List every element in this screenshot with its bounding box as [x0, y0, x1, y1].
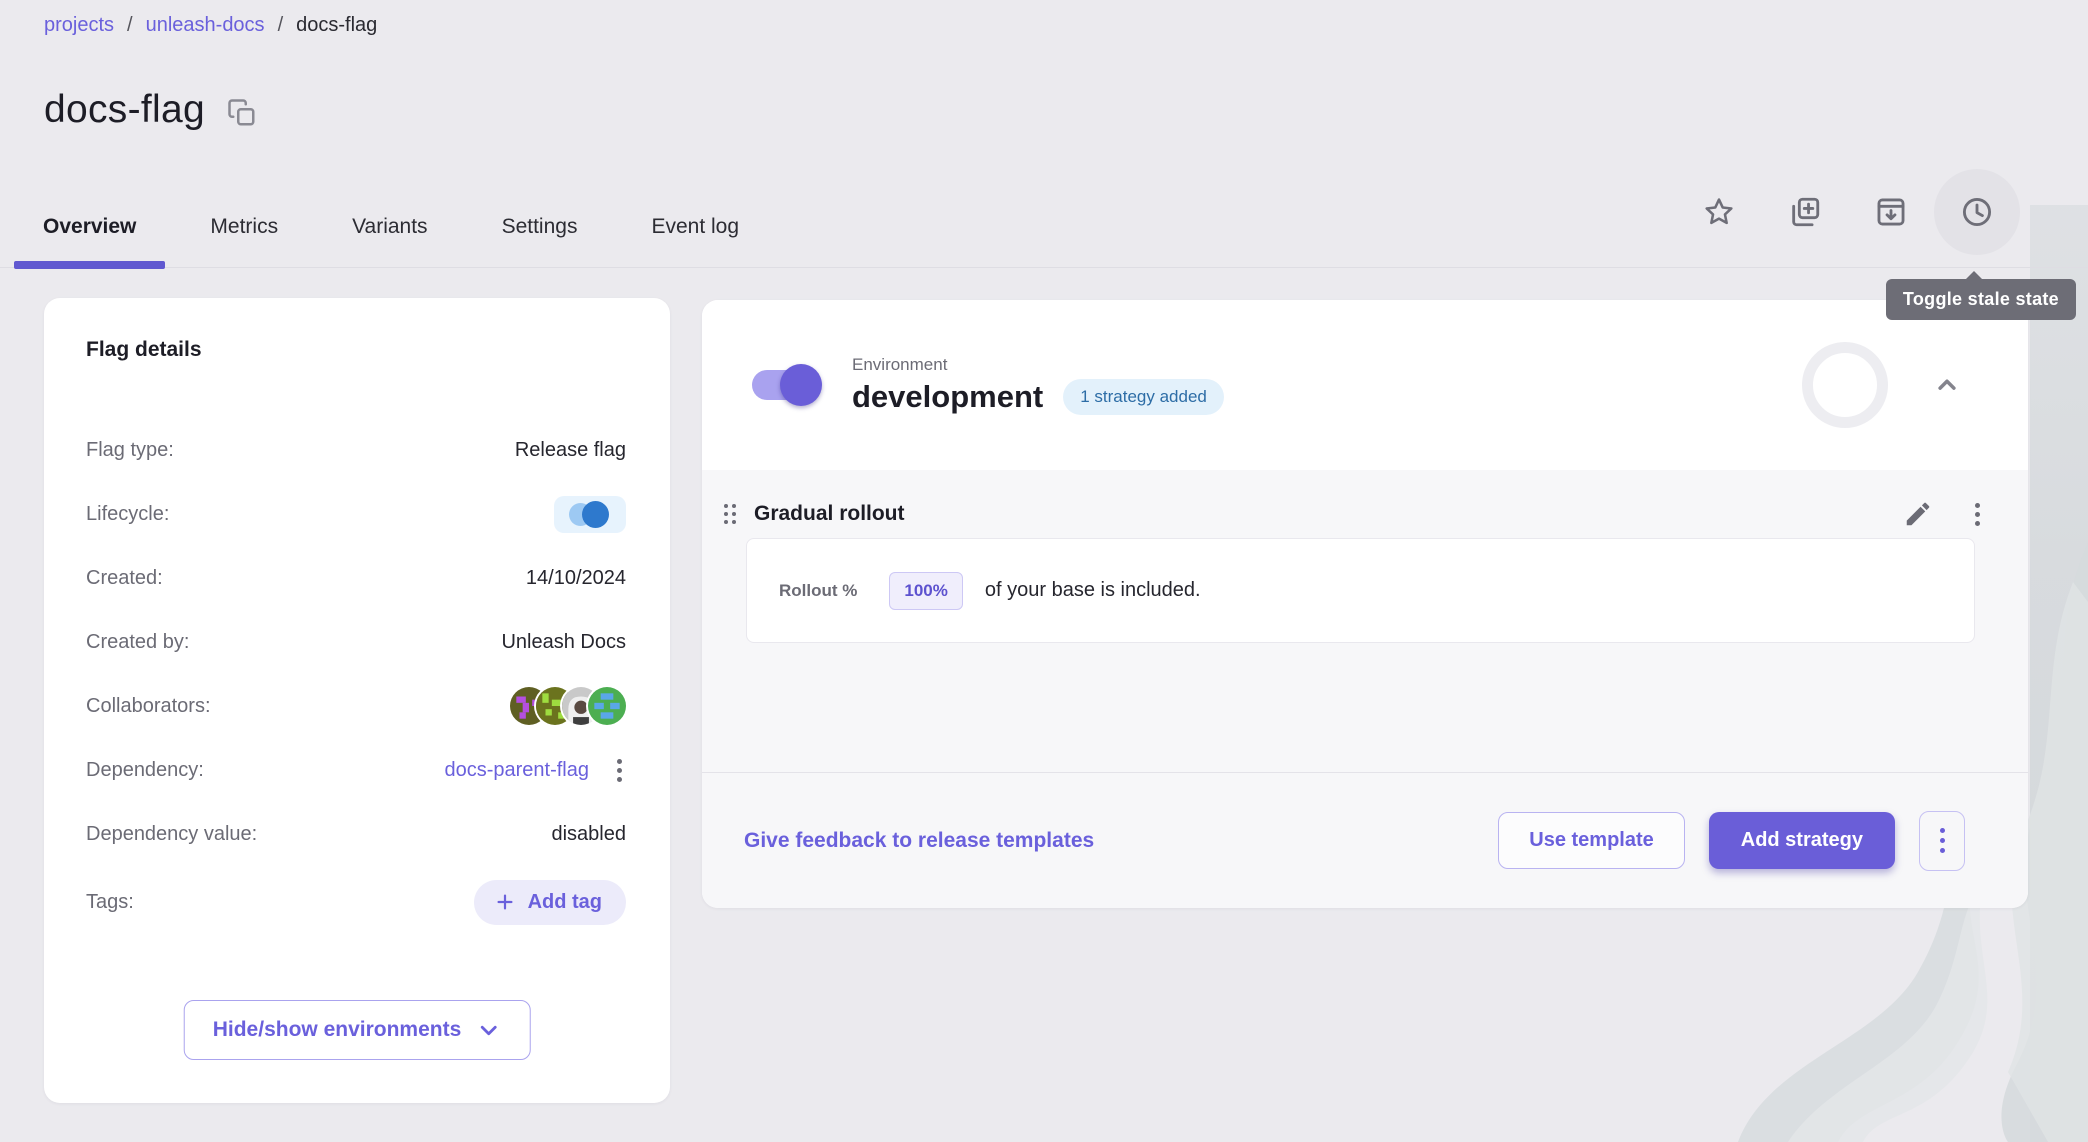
environment-name: development — [852, 379, 1043, 415]
active-tab-indicator — [14, 261, 165, 269]
environment-header: Environment development 1 strategy added — [702, 300, 2028, 470]
tab-label: Overview — [43, 215, 136, 239]
row-label: Dependency value: — [86, 823, 257, 846]
breadcrumb-link-unleash-docs[interactable]: unleash-docs — [146, 14, 265, 37]
collaborator-avatars — [510, 687, 626, 725]
tab-label: Settings — [502, 215, 578, 239]
rollout-description: of your base is included. — [985, 579, 1201, 602]
environment-footer: Give feedback to release templates Use t… — [702, 772, 2028, 908]
copy-flag-name-button[interactable] — [227, 92, 257, 128]
flag-type-row: Flag type: Release flag — [86, 418, 626, 482]
tags-row: Tags: Add tag — [86, 866, 626, 938]
flag-type-value: Release flag — [515, 439, 626, 462]
kebab-icon — [617, 759, 622, 764]
rollout-summary: Rollout % 100% of your base is included. — [746, 538, 1975, 643]
clock-icon — [1959, 194, 1995, 230]
use-template-button[interactable]: Use template — [1498, 812, 1685, 869]
row-label: Lifecycle: — [86, 503, 169, 526]
copy-icon — [227, 98, 257, 128]
created-by-row: Created by: Unleash Docs — [86, 610, 626, 674]
add-tag-button[interactable]: Add tag — [474, 880, 626, 925]
dependency-value: disabled — [551, 823, 626, 846]
lifecycle-row: Lifecycle: — [86, 482, 626, 546]
kebab-icon — [1975, 503, 1980, 508]
row-label: Dependency: — [86, 759, 204, 782]
tooltip-text: Toggle stale state — [1903, 289, 2059, 309]
strategy-count-badge: 1 strategy added — [1063, 379, 1224, 415]
avatar[interactable] — [588, 687, 626, 725]
breadcrumb-current: docs-flag — [296, 14, 377, 37]
rollout-label: Rollout % — [779, 581, 857, 601]
strategy-menu-button[interactable] — [1971, 499, 1984, 530]
created-row: Created: 14/10/2024 — [86, 546, 626, 610]
chevron-up-icon — [1932, 370, 1962, 400]
breadcrumb-separator: / — [278, 14, 284, 37]
strategy-title: Gradual rollout — [754, 502, 905, 526]
page-title: docs-flag — [44, 88, 205, 132]
toggle-stale-button[interactable] — [1934, 169, 2020, 255]
flag-details-heading: Flag details — [86, 338, 626, 362]
row-label: Collaborators: — [86, 695, 211, 718]
tab-settings[interactable]: Settings — [473, 186, 607, 268]
breadcrumb-separator: / — [127, 14, 133, 37]
lifecycle-live-icon[interactable] — [554, 496, 626, 533]
archive-icon — [1874, 195, 1908, 229]
strategy-header: Gradual rollout — [716, 470, 1984, 514]
tab-variants[interactable]: Variants — [323, 186, 456, 268]
tab-metrics[interactable]: Metrics — [181, 186, 307, 268]
title-row: docs-flag — [44, 88, 257, 132]
drag-dots-icon — [724, 504, 728, 508]
copy-plus-icon — [1788, 195, 1822, 229]
environment-toggle[interactable] — [752, 370, 816, 400]
row-label: Created by: — [86, 631, 189, 654]
star-icon — [1702, 195, 1736, 229]
dependency-link[interactable]: docs-parent-flag — [444, 759, 589, 782]
drag-handle[interactable] — [716, 496, 744, 532]
archive-button[interactable] — [1848, 169, 1934, 255]
breadcrumb: projects / unleash-docs / docs-flag — [44, 14, 377, 37]
edit-strategy-button[interactable] — [1899, 495, 1937, 533]
breadcrumb-link-projects[interactable]: projects — [44, 14, 114, 37]
add-strategy-button[interactable]: Add strategy — [1709, 812, 1895, 869]
pencil-icon — [1903, 499, 1933, 529]
tab-bar: Overview Metrics Variants Settings Event… — [14, 186, 768, 268]
chevron-down-icon — [475, 1017, 501, 1043]
dependency-row: Dependency: docs-parent-flag — [86, 738, 626, 802]
tab-overview[interactable]: Overview — [14, 186, 165, 268]
tab-label: Variants — [352, 215, 427, 239]
flag-toolbar — [1676, 169, 2020, 255]
created-value: 14/10/2024 — [526, 567, 626, 590]
copy-flag-button[interactable] — [1762, 169, 1848, 255]
hide-show-environments-button[interactable]: Hide/show environments — [184, 1000, 531, 1060]
favorite-button[interactable] — [1676, 169, 1762, 255]
kebab-icon — [1940, 828, 1945, 833]
dependency-menu-button[interactable] — [613, 755, 626, 786]
stale-tooltip: Toggle stale state — [1886, 279, 2076, 320]
created-by-value: Unleash Docs — [501, 631, 626, 654]
collapse-environment-button[interactable] — [1926, 364, 1968, 406]
row-label: Flag type: — [86, 439, 174, 462]
dependency-value-row: Dependency value: disabled — [86, 802, 626, 866]
tab-event-log[interactable]: Event log — [622, 186, 768, 268]
add-tag-label: Add tag — [528, 891, 602, 914]
row-label: Tags: — [86, 891, 134, 914]
environment-label: Environment — [852, 355, 1224, 375]
hide-show-label: Hide/show environments — [213, 1018, 462, 1042]
collaborators-row: Collaborators: — [86, 674, 626, 738]
environment-card: Environment development 1 strategy added… — [702, 300, 2028, 908]
plus-icon — [494, 891, 516, 913]
tab-label: Event log — [651, 215, 739, 239]
rollout-value-chip: 100% — [889, 572, 962, 610]
metrics-ring — [1802, 342, 1888, 428]
row-label: Created: — [86, 567, 163, 590]
environment-menu-button[interactable] — [1919, 811, 1965, 871]
flag-details-card: Flag details Flag type: Release flag Lif… — [44, 298, 670, 1103]
tab-label: Metrics — [210, 215, 278, 239]
strategy-section: Gradual rollout Rollout % 100% of your b… — [702, 470, 2028, 908]
release-templates-feedback-link[interactable]: Give feedback to release templates — [744, 829, 1094, 853]
